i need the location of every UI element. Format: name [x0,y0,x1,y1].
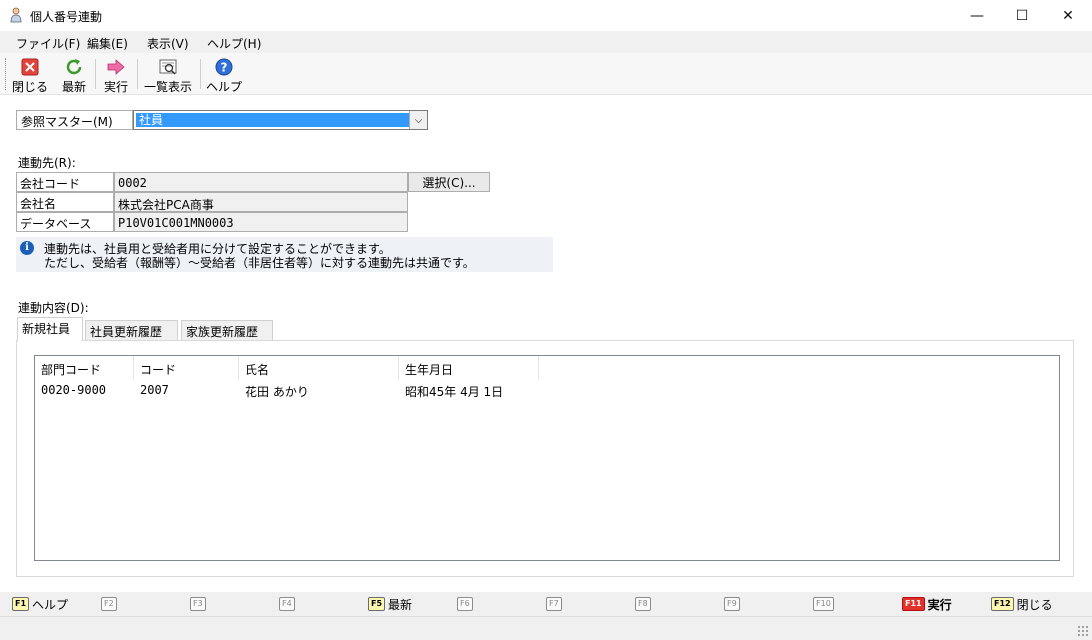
fkey-f2-icon: F2 [101,597,117,611]
preview-icon [159,59,177,75]
toolbar: 閉じる 最新 実行 一覧表示 ? ヘルプ [0,53,1092,95]
info-message: i 連動先は、社員用と受給者用に分けて設定することができます。 ただし、受給者（… [16,237,553,272]
fkey-f2[interactable]: F2 [101,595,120,613]
list-view-tool-label: 一覧表示 [143,80,192,94]
help-tool-button[interactable]: ? ヘルプ [205,57,243,94]
person-icon [10,7,22,23]
fkey-f8[interactable]: F8 [635,595,654,613]
fkey-f11-execute[interactable]: F11 実行 [902,595,952,613]
toolbar-separator [200,59,201,89]
cell-department-code: 0020-9000 [41,383,107,397]
select-button[interactable]: 選択(C)... [408,172,490,192]
company-name-key: 会社名 [16,192,114,212]
fkey-f4-icon: F4 [279,597,295,611]
help-icon: ? [215,58,233,76]
list-view-tool-button[interactable]: 一覧表示 [142,57,194,94]
reference-master-select[interactable]: 社員 ⌵ [133,110,428,130]
maximize-button[interactable]: ☐ [999,0,1045,31]
info-line-2: ただし、受給者（報酬等）～受給者（非居住者等）に対する連動先は共通です。 [44,256,475,270]
dropdown-button[interactable]: ⌵ [409,111,427,129]
reference-master-label: 参照マスター(M) [16,110,133,130]
content-label: 連動内容(D): [18,301,89,315]
fkey-f7-icon: F7 [546,597,562,611]
refresh-tool-button[interactable]: 最新 [58,57,90,94]
tab-family-history[interactable]: 家族更新履歴 [181,320,273,341]
refresh-tool-label: 最新 [61,80,86,94]
execute-tool-label: 実行 [103,80,128,94]
close-window-button[interactable]: ✕ [1045,0,1091,31]
fkey-f6[interactable]: F6 [457,595,476,613]
maximize-icon: ☐ [1015,7,1029,24]
title-bar: 個人番号連動 — ☐ ✕ [0,0,1092,31]
menu-bar: ファイル(F) 編集(E) 表示(V) ヘルプ(H) [0,31,1092,53]
cell-name: 花田 あかり [245,385,309,399]
fkey-f12-label: 閉じる [1016,597,1053,612]
menu-help[interactable]: ヘルプ(H) [207,35,261,52]
fkey-f5-label: 最新 [388,597,413,612]
close-red-icon [21,58,39,76]
fkey-f3[interactable]: F3 [190,595,209,613]
fkey-f10-icon: F10 [813,597,834,611]
fkey-f1-label: ヘルプ [32,597,69,612]
column-header-birthdate[interactable]: 生年月日 [399,356,539,380]
menu-edit[interactable]: 編集(E) [87,35,128,52]
database-value: P10V01C001MN0003 [114,212,408,232]
menu-file[interactable]: ファイル(F) [16,35,80,52]
column-header-name[interactable]: 氏名 [239,356,399,380]
company-code-key: 会社コード [16,172,114,192]
fkey-f3-icon: F3 [190,597,206,611]
status-bar [0,616,1092,640]
info-icon: i [20,241,34,255]
cell-code: 2007 [140,383,169,397]
tab-employee-history[interactable]: 社員更新履歴 [85,320,178,341]
resize-grip-icon[interactable] [1077,625,1089,637]
help-tool-label: ヘルプ [205,80,242,94]
fkey-f5-icon: F5 [368,597,386,611]
toolbar-separator [137,59,138,89]
toolbar-separator [95,59,96,89]
close-tool-label: 閉じる [12,80,49,94]
minimize-button[interactable]: — [954,0,1000,31]
close-tool-button[interactable]: 閉じる [12,57,49,94]
database-key: データベース [16,212,114,232]
record-list[interactable]: 部門コード コード 氏名 生年月日 0020-9000 2007 花田 あかり … [34,355,1060,561]
reference-master-value: 社員 [136,113,410,127]
column-header-code[interactable]: コード [134,356,239,380]
cell-birthdate: 昭和45年 4月 1日 [405,385,504,399]
execute-tool-button[interactable]: 実行 [100,57,132,94]
refresh-icon [66,59,82,75]
close-icon: ✕ [1062,7,1074,24]
company-name-value: 株式会社PCA商事 [114,192,408,212]
chevron-down-icon: ⌵ [414,114,423,126]
destination-label: 連動先(R): [18,156,76,170]
fkey-f8-icon: F8 [635,597,651,611]
fkey-f4[interactable]: F4 [279,595,298,613]
fkey-f12-icon: F12 [991,597,1014,611]
svg-text:?: ? [221,61,228,75]
fkey-f10[interactable]: F10 [813,595,837,613]
fkey-f11-label: 実行 [927,597,952,612]
fkey-f6-icon: F6 [457,597,473,611]
company-code-value: 0002 [114,172,408,192]
fkey-f1-icon: F1 [12,597,30,611]
fkey-f11-icon: F11 [902,597,925,611]
window-title: 個人番号連動 [30,10,103,24]
fkey-f9[interactable]: F9 [724,595,743,613]
fkey-f5-refresh[interactable]: F5 最新 [368,595,412,613]
fkey-f7[interactable]: F7 [546,595,565,613]
fkey-f1-help[interactable]: F1 ヘルプ [12,595,68,613]
tab-panel: 部門コード コード 氏名 生年月日 0020-9000 2007 花田 あかり … [16,340,1074,577]
tab-new-employee[interactable]: 新規社員 [17,317,83,341]
fkey-f9-icon: F9 [724,597,740,611]
toolbar-grip[interactable] [5,58,7,90]
function-key-bar: F1 ヘルプ F2 F3 F4 F5 最新 F6 F7 F8 F9 F10 F1… [0,592,1092,616]
column-header-department-code[interactable]: 部門コード [35,356,134,380]
minimize-icon: — [970,7,984,24]
arrow-right-icon [107,59,125,75]
menu-view[interactable]: 表示(V) [147,35,189,52]
fkey-f12-close[interactable]: F12 閉じる [991,595,1053,613]
